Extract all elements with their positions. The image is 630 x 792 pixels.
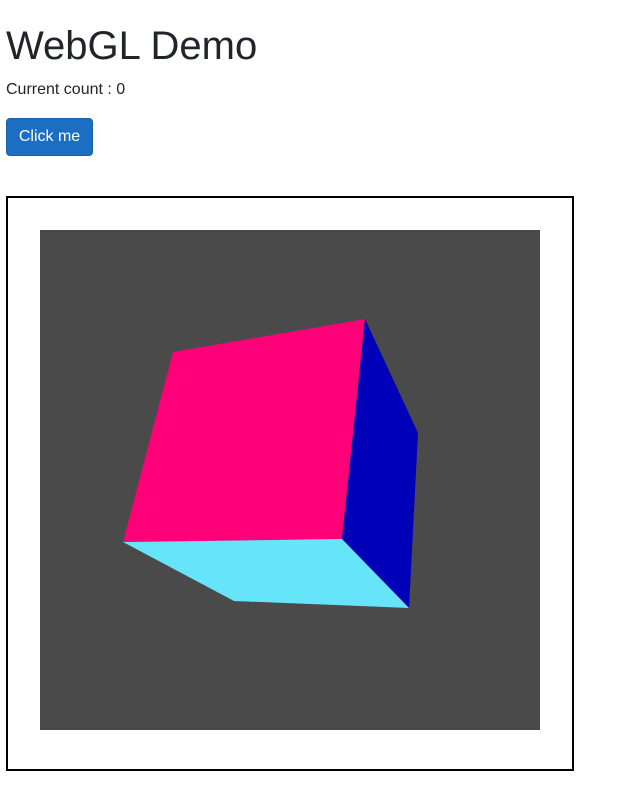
count-label: Current count: [6, 81, 103, 98]
page: WebGL Demo Current count : 0 Click me: [0, 0, 630, 792]
page-title: WebGL Demo: [6, 24, 258, 68]
webgl-canvas[interactable]: [40, 230, 540, 730]
click-me-button[interactable]: Click me: [6, 118, 93, 156]
count-value: 0: [116, 81, 126, 98]
count-separator: :: [107, 81, 112, 98]
webgl-canvas-frame: [6, 196, 574, 771]
current-count: Current count : 0: [6, 80, 125, 100]
